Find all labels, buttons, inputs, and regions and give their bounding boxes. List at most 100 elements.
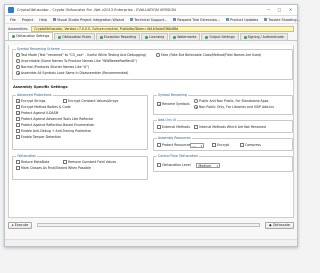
cb-encrypt-constants[interactable]: Encrypt Constant Values/Arrays: [63, 99, 118, 103]
cb-control-flow[interactable]: Obfuscation Level: [157, 163, 191, 167]
radio-dot: [156, 53, 160, 57]
menu-help[interactable]: Help: [36, 18, 50, 22]
radio-dot: [16, 65, 20, 69]
tab-exception-reporting[interactable]: Exception Reporting: [96, 33, 141, 40]
cb-label: Protect Against Reflection-Based Enumera…: [21, 123, 95, 127]
support-icon: [130, 18, 134, 21]
wizard-icon: [53, 18, 57, 21]
execute-button[interactable]: ▸ Execute: [8, 221, 33, 229]
window-title: CryptoObfuscator - Crypto Obfuscator For…: [17, 8, 176, 12]
radio-label: Unprintable (Some Names To Produce Names…: [21, 59, 137, 63]
cb-label: Obfuscation Level: [162, 163, 191, 167]
tab-label: Obfuscation Settings: [16, 34, 50, 38]
radio-all-same[interactable]: Assemble All Symbols Look Same In Disass…: [16, 71, 128, 75]
rules-icon: [58, 35, 62, 39]
app-icon: [8, 7, 14, 13]
radio-fake[interactable]: Fake (Fake But Believable Class/Method/F…: [156, 53, 261, 57]
resources-mode-select[interactable]: --- ▾: [190, 142, 204, 148]
tab-content: Symbol Renaming Scheme Test Mode (Test "…: [8, 45, 294, 218]
menu-vs-integration-label: Visual Studio Project Integration Wizard: [57, 17, 125, 22]
group-title: Control Flow Obfuscation: [157, 154, 199, 158]
radio-nonpublic-only[interactable]: Non Public Only, For Libraries and VSIP …: [194, 105, 274, 109]
radio-normal[interactable]: Normal (Produces Shorter Names Like "A"): [16, 65, 89, 69]
cb-mark-sealed[interactable]: Mark Classes As Final/Sealed When Possib…: [16, 166, 91, 170]
cb-encrypt-method-bodies[interactable]: Encrypt Method Bodies & Code: [16, 105, 71, 109]
menu-trouble-shooting[interactable]: Trouble Shooting...: [261, 18, 303, 22]
checkbox: [16, 99, 20, 103]
tab-label: Exception Reporting: [104, 35, 137, 39]
checkbox: [63, 160, 67, 164]
tab-label: Watermarks: [177, 35, 197, 39]
tab-licensing[interactable]: Licensing: [141, 33, 169, 40]
cb-encrypt-resources[interactable]: Encrypt: [212, 143, 229, 147]
tab-watermarks[interactable]: Watermarks: [169, 33, 201, 40]
checkbox: [16, 166, 20, 170]
cb-label: Protect Resources: [162, 143, 191, 147]
cb-protect-ildasm[interactable]: Protect Against ILDASM: [16, 111, 58, 115]
assembly-label: Assemblies:: [8, 26, 29, 31]
cb-label: Encrypt: [217, 143, 230, 147]
checkbox: [16, 105, 20, 109]
menu-file[interactable]: File: [7, 18, 19, 22]
obfuscate-label: Obfuscate: [272, 222, 290, 227]
group-title: Assembly Resources: [157, 136, 192, 140]
cb-external-methods[interactable]: External Methods: [157, 125, 190, 129]
key-icon: [173, 18, 177, 21]
symbol-renaming-group: Symbol Renaming Rename Symbols Public An…: [153, 93, 293, 115]
cb-reduce-metadata[interactable]: Reduce MetaData: [16, 160, 49, 164]
cb-label: Protect Against Advanced Tools Like Refl…: [21, 117, 94, 121]
menu-trial-extension[interactable]: Request Trial Extension...: [170, 18, 223, 22]
checkbox: [157, 163, 161, 167]
cb-compress-resources[interactable]: Compress: [240, 143, 261, 147]
tab-label: Output Settings: [209, 35, 235, 39]
cb-protect-resources[interactable]: Protect Resources: [157, 143, 191, 147]
cb-remove-constants[interactable]: Remove Constant Field Values: [63, 160, 116, 164]
radio-unprintable[interactable]: Unprintable (Some Names To Produce Names…: [16, 59, 137, 63]
menu-project[interactable]: Project: [19, 18, 37, 22]
group-title: Obfuscation: [16, 154, 38, 158]
obfuscation-level-select[interactable]: Medium ▾: [196, 162, 220, 168]
obfuscate-button[interactable]: ◆ Obfuscate: [265, 221, 294, 229]
checkbox: [212, 143, 216, 147]
radio-public-nonpublic[interactable]: Public And Non Public, For Standalone Ap…: [194, 99, 268, 103]
menu-vs-integration[interactable]: Visual Studio Project Integration Wizard: [50, 18, 127, 22]
cb-tamper-detection[interactable]: Enable Tamper Detection: [16, 135, 61, 139]
minimize-button[interactable]: —: [264, 7, 273, 13]
menu-product-updates-label: Product Updates: [230, 17, 259, 22]
tab-output-settings[interactable]: Output Settings: [201, 33, 239, 40]
cb-anti-debug[interactable]: Enable Anti-Debug + Anti-Tracing Protect…: [16, 129, 91, 133]
symbol-renaming-scheme-group: Symbol Renaming Scheme Test Mode (Test "…: [12, 47, 293, 80]
cb-internal-methods[interactable]: Internal Methods Which Are Not Renamed: [194, 125, 266, 129]
cb-label: Reduce MetaData: [21, 160, 50, 164]
obfuscation-group: Obfuscation Reduce MetaData Remove Const…: [12, 154, 148, 180]
execute-label: Execute: [14, 222, 29, 227]
radio-label: Fake (Fake But Believable Class/Method/F…: [161, 53, 262, 57]
tab-obfuscation-rules[interactable]: Obfuscation Rules: [54, 33, 95, 40]
cb-protect-reflection-enum[interactable]: Protect Against Reflection-Based Enumera…: [16, 123, 94, 127]
cb-rename-symbols[interactable]: Rename Symbols: [157, 102, 190, 106]
group-title: Add-Ons UI: [157, 118, 177, 122]
menu-tech-support-label: Technical Support...: [134, 17, 168, 22]
radio-dot: [194, 105, 198, 109]
cb-label: Rename Symbols: [162, 102, 190, 106]
menu-tech-support[interactable]: Technical Support...: [127, 18, 170, 22]
radio-test-mode[interactable]: Test Mode (Test "renamed" to "CO_xxx" - …: [16, 53, 146, 57]
checkbox: [194, 125, 198, 129]
close-button[interactable]: ✕: [286, 7, 295, 13]
tab-signing[interactable]: Signing / Authenticode: [239, 33, 288, 40]
assembly-selector[interactable]: CryptoObfuscator, Version=7.0.0.0, Cultu…: [31, 25, 294, 32]
chevron-down-icon: ▾: [216, 163, 218, 168]
tab-obfuscation-settings[interactable]: Obfuscation Settings: [8, 32, 54, 40]
cb-label: Remove Constant Field Values: [68, 160, 117, 164]
tab-label: Licensing: [149, 35, 165, 39]
title-bar: CryptoObfuscator - Crypto Obfuscator For…: [5, 5, 297, 16]
cb-protect-reflector[interactable]: Protect Against Advanced Tools Like Refl…: [16, 117, 94, 121]
checkbox: [16, 123, 20, 127]
checkbox: [63, 99, 67, 103]
maximize-button[interactable]: □: [275, 7, 284, 13]
update-icon: [226, 18, 230, 21]
cb-encrypt-strings[interactable]: Encrypt Strings: [16, 99, 45, 103]
checkbox: [157, 125, 161, 129]
menu-product-updates[interactable]: Product Updates: [223, 18, 261, 22]
checkbox: [16, 135, 20, 139]
